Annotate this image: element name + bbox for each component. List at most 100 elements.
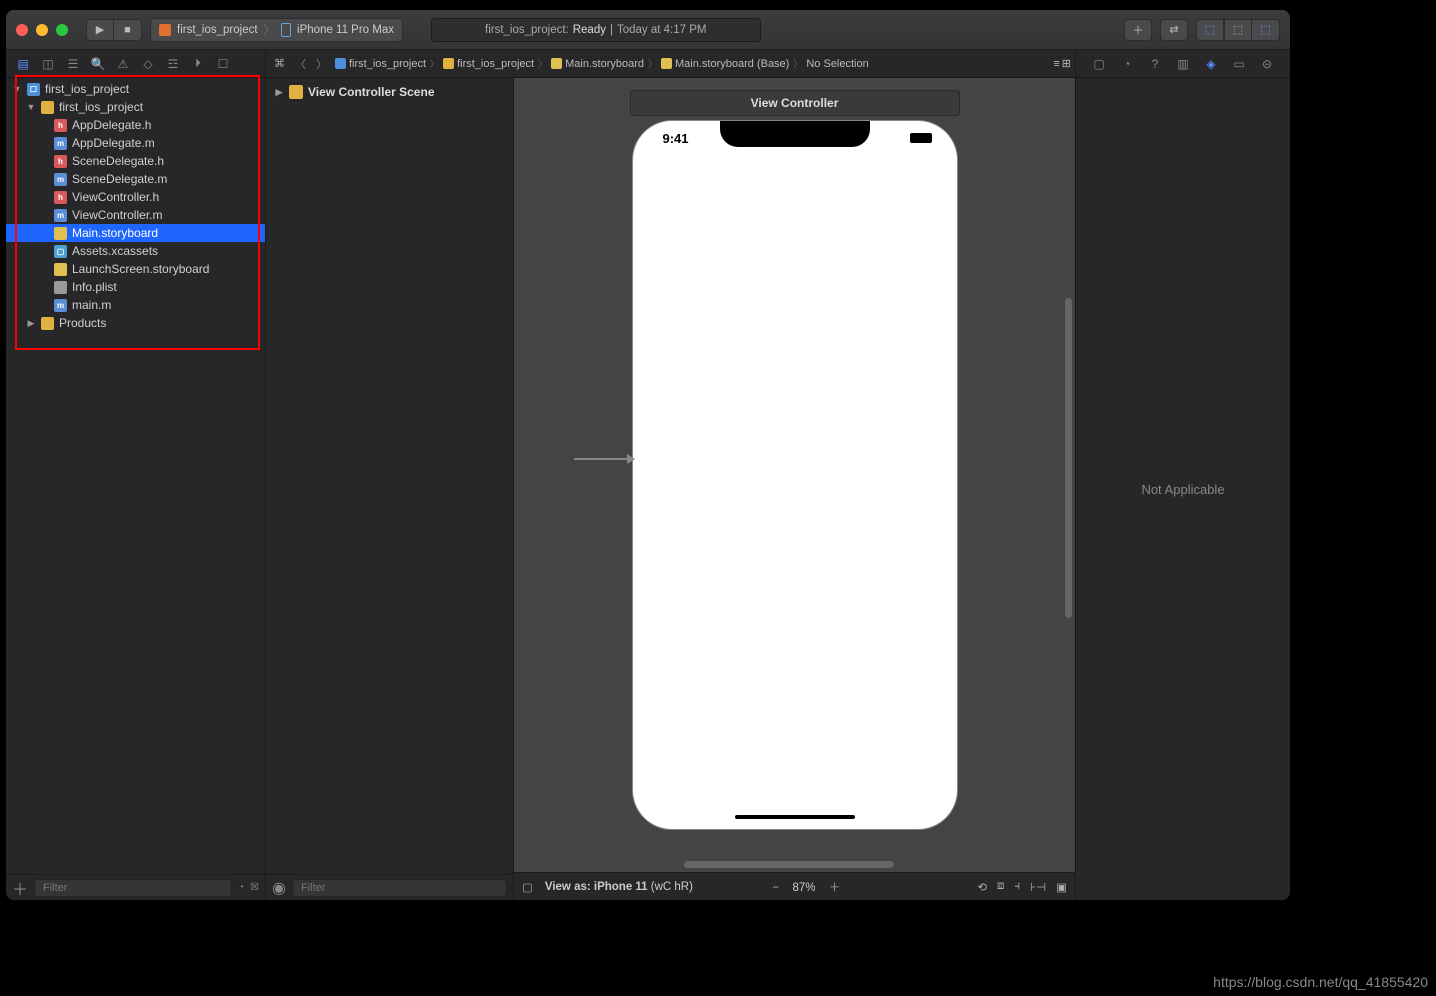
- outline-filter-icon[interactable]: ◉: [272, 878, 286, 898]
- stop-button[interactable]: ■: [114, 19, 142, 41]
- size-inspector-tab[interactable]: ▭: [1229, 55, 1249, 73]
- recent-filter-icon[interactable]: ◔: [238, 882, 244, 893]
- toggle-left-panel-button[interactable]: ⬚: [1196, 19, 1224, 41]
- scene-title-bar[interactable]: View Controller: [630, 90, 960, 116]
- status-state: Ready: [573, 24, 606, 36]
- inspector-panel: ▢ ◔ ? ▥ ◈ ▭ ⊝ Not Applicable: [1075, 50, 1290, 900]
- project-navigator-panel: ▤ ◫ ☰ 🔍 ⚠ ◇ ☲ ⏵ ☐ ▼☐first_ios_project ▼f…: [6, 50, 266, 900]
- zoom-level[interactable]: 87%: [792, 882, 815, 894]
- toggle-right-panel-button[interactable]: ⬚: [1252, 19, 1280, 41]
- embed-in-icon[interactable]: ⧈: [997, 880, 1004, 894]
- report-navigator-tab[interactable]: ☐: [212, 54, 234, 74]
- assets-icon: ▢: [54, 245, 67, 258]
- run-button[interactable]: ▶: [86, 19, 114, 41]
- add-constraints-icon[interactable]: ⊦⊣: [1030, 880, 1046, 894]
- home-indicator: [735, 815, 855, 819]
- jump-bar-item[interactable]: first_ios_project: [333, 58, 428, 70]
- watermark-text: https://blog.csdn.net/qq_41855420: [1213, 974, 1428, 990]
- vertical-scrollbar[interactable]: [1065, 298, 1072, 618]
- folder-icon: [41, 101, 54, 114]
- debug-navigator-tab[interactable]: ☲: [162, 54, 184, 74]
- symbol-navigator-tab[interactable]: ☰: [62, 54, 84, 74]
- code-review-button[interactable]: ⇄: [1160, 19, 1188, 41]
- file-row[interactable]: mAppDelegate.m: [6, 134, 265, 152]
- add-editor-icon[interactable]: ⊞: [1062, 57, 1071, 70]
- file-row[interactable]: Info.plist: [6, 278, 265, 296]
- notch: [720, 121, 870, 147]
- interface-builder-canvas[interactable]: View Controller 9:41: [514, 78, 1075, 872]
- close-window-button[interactable]: [16, 24, 28, 36]
- file-row[interactable]: LaunchScreen.storyboard: [6, 260, 265, 278]
- file-row[interactable]: mmain.m: [6, 296, 265, 314]
- inspector-empty-label: Not Applicable: [1141, 482, 1224, 497]
- file-row-selected[interactable]: Main.storyboard: [6, 224, 265, 242]
- align-icon[interactable]: ⫞: [1014, 880, 1020, 894]
- status-project: first_ios_project:: [485, 24, 569, 36]
- adjust-editor-options-icon[interactable]: ≡: [1053, 58, 1059, 70]
- zoom-in-button[interactable]: ＋: [819, 882, 851, 894]
- device-icon: [281, 23, 291, 37]
- related-items-icon[interactable]: ⌘: [270, 57, 289, 70]
- impl-file-icon: m: [54, 137, 67, 150]
- device-preview[interactable]: 9:41: [632, 120, 958, 830]
- jump-bar-item[interactable]: Main.storyboard (Base): [659, 58, 791, 70]
- breakpoint-navigator-tab[interactable]: ⏵: [187, 54, 209, 74]
- file-row[interactable]: hViewController.h: [6, 188, 265, 206]
- header-file-icon: h: [54, 119, 67, 132]
- update-frames-icon[interactable]: ⟲: [977, 880, 987, 894]
- project-icon: ☐: [27, 83, 40, 96]
- help-inspector-tab[interactable]: ?: [1145, 55, 1165, 73]
- jump-bar-item[interactable]: No Selection: [804, 58, 870, 70]
- tree-root[interactable]: ▼☐first_ios_project: [6, 80, 265, 98]
- attributes-inspector-tab[interactable]: ◈: [1201, 55, 1221, 73]
- resolve-constraints-icon[interactable]: ▣: [1056, 880, 1067, 894]
- minimize-window-button[interactable]: [36, 24, 48, 36]
- file-row[interactable]: ▢Assets.xcassets: [6, 242, 265, 260]
- outline-scene-row[interactable]: ▶ View Controller Scene: [274, 82, 505, 102]
- jump-bar-item[interactable]: first_ios_project: [441, 58, 536, 70]
- identity-inspector-tab[interactable]: ▥: [1173, 55, 1193, 73]
- scheme-target-label: first_ios_project: [177, 24, 258, 36]
- add-button[interactable]: ＋: [12, 876, 28, 900]
- toggle-outline-icon[interactable]: ▢: [522, 880, 533, 894]
- file-inspector-tab[interactable]: ▢: [1089, 55, 1109, 73]
- titlebar: ▶ ■ first_ios_project 〉 iPhone 11 Pro Ma…: [6, 10, 1290, 50]
- zoom-window-button[interactable]: [56, 24, 68, 36]
- find-navigator-tab[interactable]: 🔍: [87, 54, 109, 74]
- scheme-selector[interactable]: first_ios_project 〉 iPhone 11 Pro Max: [150, 18, 403, 42]
- file-row[interactable]: mSceneDelegate.m: [6, 170, 265, 188]
- impl-file-icon: m: [54, 173, 67, 186]
- view-as-label[interactable]: View as: iPhone 11 (wC hR): [545, 881, 693, 893]
- test-navigator-tab[interactable]: ◇: [137, 54, 159, 74]
- initial-vc-arrow-icon[interactable]: [574, 458, 634, 460]
- file-row[interactable]: mViewController.m: [6, 206, 265, 224]
- tree-group[interactable]: ▼first_ios_project: [6, 98, 265, 116]
- jump-bar-item[interactable]: Main.storyboard: [549, 58, 646, 70]
- storyboard-file-icon: [54, 263, 67, 276]
- outline-filter-input[interactable]: [292, 879, 507, 897]
- toggle-bottom-panel-button[interactable]: ⬚: [1224, 19, 1252, 41]
- scheme-device-label: iPhone 11 Pro Max: [297, 24, 394, 36]
- back-button[interactable]: 〈: [291, 56, 310, 72]
- jump-bar: ⌘ 〈 〉 first_ios_project〉 first_ios_proje…: [266, 50, 1075, 78]
- library-button[interactable]: ＋: [1124, 19, 1152, 41]
- connections-inspector-tab[interactable]: ⊝: [1257, 55, 1277, 73]
- file-row[interactable]: hSceneDelegate.h: [6, 152, 265, 170]
- scm-filter-icon[interactable]: ☒: [250, 882, 259, 893]
- navigator-tabs: ▤ ◫ ☰ 🔍 ⚠ ◇ ☲ ⏵ ☐: [6, 50, 265, 78]
- project-navigator-tab[interactable]: ▤: [12, 54, 34, 74]
- header-file-icon: h: [54, 191, 67, 204]
- impl-file-icon: m: [54, 299, 67, 312]
- file-row[interactable]: hAppDelegate.h: [6, 116, 265, 134]
- tree-products-group[interactable]: ▶Products: [6, 314, 265, 332]
- canvas-footer: ▢ View as: iPhone 11 (wC hR) − 87% ＋ ⟲ ⧈…: [514, 872, 1075, 900]
- forward-button[interactable]: 〉: [312, 56, 331, 72]
- battery-icon: [910, 133, 932, 143]
- zoom-out-button[interactable]: −: [763, 882, 790, 894]
- issue-navigator-tab[interactable]: ⚠: [112, 54, 134, 74]
- history-inspector-tab[interactable]: ◔: [1117, 55, 1137, 73]
- navigator-filter-input[interactable]: [34, 879, 232, 897]
- source-control-navigator-tab[interactable]: ◫: [37, 54, 59, 74]
- impl-file-icon: m: [54, 209, 67, 222]
- horizontal-scrollbar[interactable]: [684, 861, 894, 868]
